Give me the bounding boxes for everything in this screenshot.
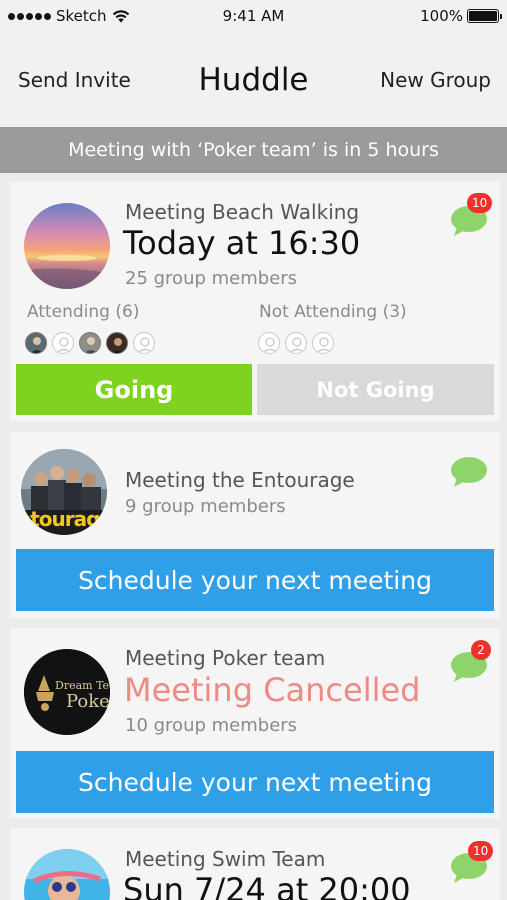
entourage-logo-text: ntourag: [21, 507, 100, 531]
status-time: 9:41 AM: [222, 7, 285, 25]
wifi-icon: [112, 9, 129, 22]
schedule-next-meeting-button[interactable]: Schedule your next meeting: [16, 751, 494, 813]
poker-team-avatar: Dream Te Poke: [24, 649, 110, 735]
upcoming-meeting-banner[interactable]: Meeting with ‘Poker team’ is in 5 hours: [0, 127, 507, 173]
not-attending-label: Not Attending (3): [259, 302, 407, 322]
poker-logo-text-2: Poke: [66, 691, 110, 712]
signal-dots-icon: [8, 12, 51, 20]
not-attending-avatars[interactable]: [258, 332, 334, 354]
meeting-card-poker-team[interactable]: Dream Te Poke Meeting Poker team Meeting…: [10, 628, 500, 818]
battery-icon: [467, 9, 502, 23]
beach-walking-avatar: [24, 203, 110, 289]
attendee-avatar-placeholder: [52, 332, 74, 354]
meeting-time: Sun 7/24 at 20:00: [123, 871, 411, 900]
meeting-name: Meeting the Entourage: [125, 468, 355, 492]
swim-team-avatar: [24, 849, 110, 900]
battery-percent: 100%: [420, 7, 463, 25]
meeting-card-swim-team[interactable]: Meeting Swim Team Sun 7/24 at 20:00 10: [10, 828, 500, 900]
page-title: Huddle: [198, 61, 309, 98]
non-attendee-avatar-placeholder: [285, 332, 307, 354]
carrier-name: Sketch: [56, 7, 107, 25]
not-going-button[interactable]: Not Going: [257, 364, 494, 415]
unread-badge: 10: [468, 841, 494, 861]
non-attendee-avatar-placeholder: [312, 332, 334, 354]
going-button[interactable]: Going: [16, 364, 252, 415]
entourage-avatar: ntourag: [21, 449, 107, 535]
attendee-avatar: [106, 332, 128, 354]
meeting-name: Meeting Swim Team: [125, 847, 326, 871]
member-count: 10 group members: [125, 715, 298, 736]
send-invite-button[interactable]: Send Invite: [18, 68, 131, 92]
nav-bar: Send Invite Huddle New Group: [0, 32, 507, 127]
attendee-avatar: [79, 332, 101, 354]
meeting-time: Today at 16:30: [123, 224, 361, 262]
non-attendee-avatar-placeholder: [258, 332, 280, 354]
meeting-cancelled-status: Meeting Cancelled: [124, 671, 421, 709]
status-right: 100%: [420, 7, 502, 25]
meeting-name: Meeting Poker team: [125, 646, 326, 670]
unread-badge: 2: [471, 640, 491, 660]
attending-avatars[interactable]: [25, 332, 155, 354]
member-count: 9 group members: [125, 496, 286, 517]
meeting-card-entourage[interactable]: ntourag Meeting the Entourage 9 group me…: [10, 432, 500, 618]
unread-badge: 10: [467, 193, 493, 213]
attending-label: Attending (6): [27, 302, 140, 322]
attendee-avatar-placeholder: [133, 332, 155, 354]
member-count: 25 group members: [125, 268, 298, 289]
status-left: Sketch: [8, 7, 130, 25]
meeting-card-beach-walking[interactable]: Meeting Beach Walking Today at 16:30 25 …: [10, 182, 500, 421]
chat-bubble-icon[interactable]: [450, 456, 488, 488]
new-group-button[interactable]: New Group: [380, 68, 491, 92]
schedule-next-meeting-button[interactable]: Schedule your next meeting: [16, 549, 494, 611]
attendee-avatar: [25, 332, 47, 354]
status-bar: Sketch 9:41 AM 100%: [0, 0, 507, 32]
meeting-name: Meeting Beach Walking: [125, 200, 360, 224]
